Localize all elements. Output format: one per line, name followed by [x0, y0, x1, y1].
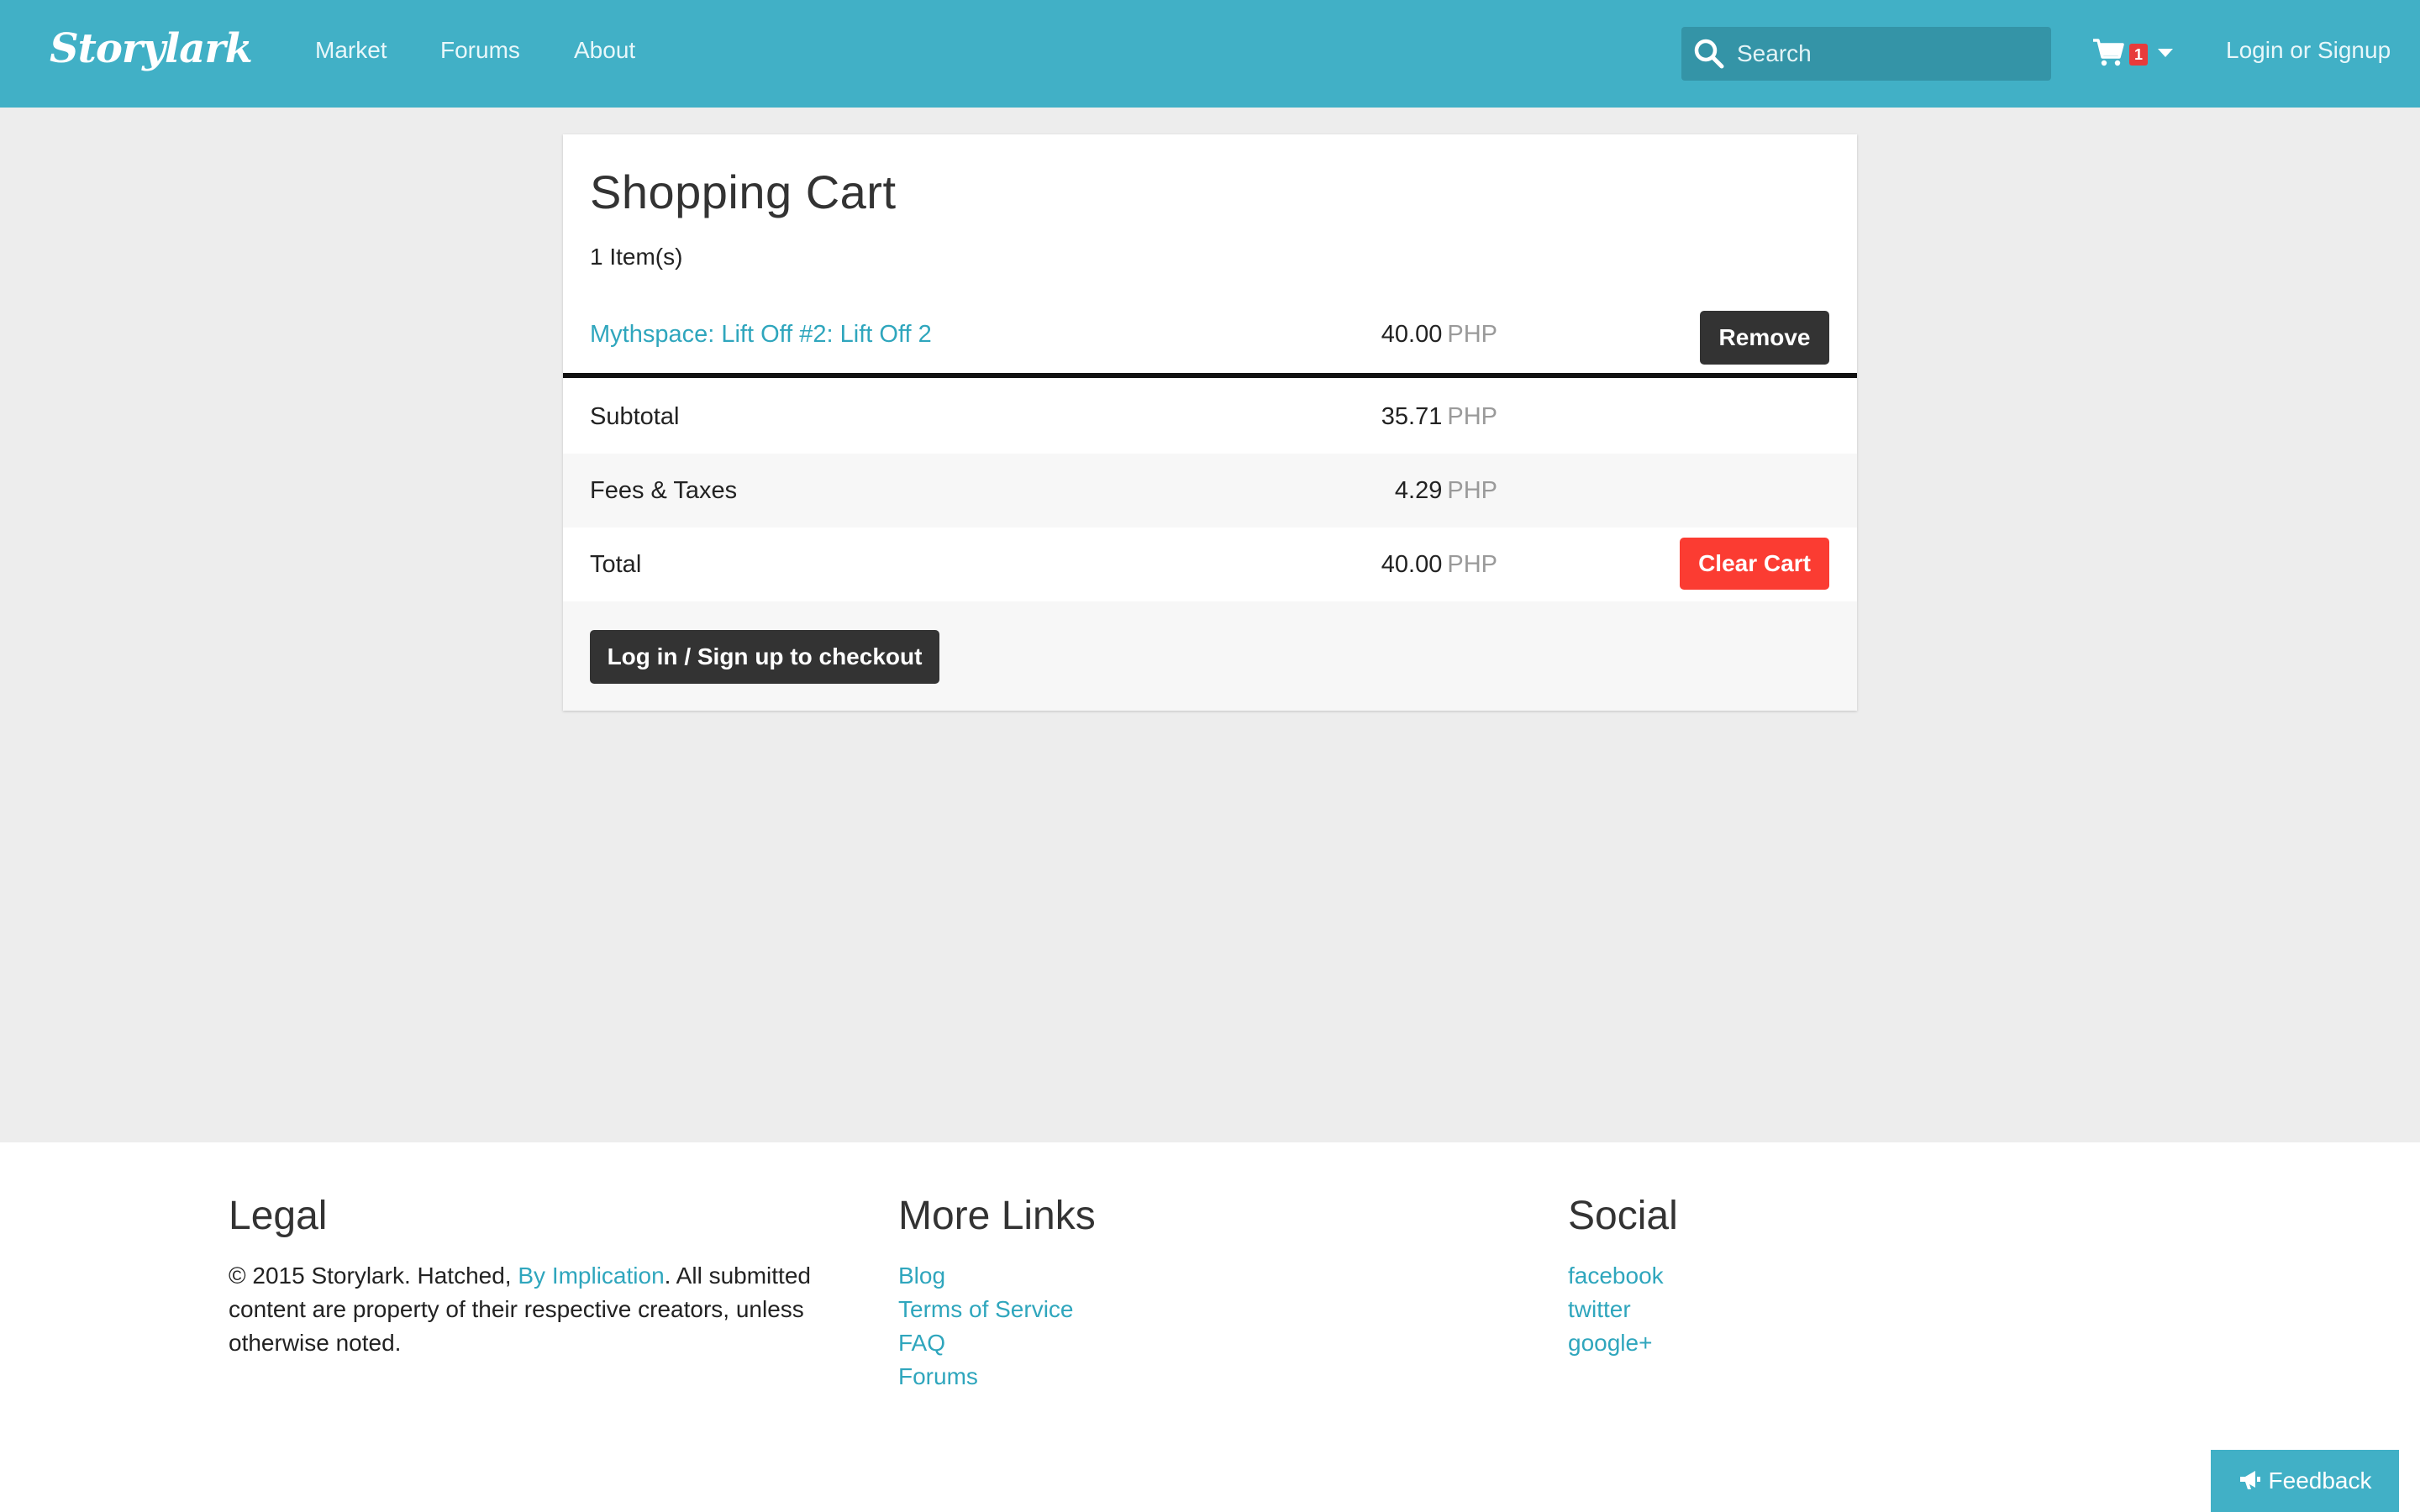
footer-link-forums[interactable]: Forums: [898, 1360, 1537, 1394]
divider: [563, 373, 1857, 378]
item-count: 1 Item(s): [590, 244, 683, 270]
subtotal-row: Subtotal 35.71 PHP: [563, 380, 1857, 454]
total-value: 40.00: [1381, 551, 1443, 578]
nav-link-forums[interactable]: Forums: [440, 37, 520, 64]
cart-dropdown-toggle[interactable]: 1: [2092, 35, 2176, 72]
cart-item-price: 40.00 PHP: [1381, 321, 1497, 349]
megaphone-icon: [2239, 1471, 2260, 1489]
footer: Legal © 2015 Storylark. Hatched, By Impl…: [0, 1142, 2420, 1512]
feedback-button[interactable]: Feedback: [2211, 1450, 2399, 1512]
page-title: Shopping Cart: [590, 165, 897, 218]
footer-heading-more-links: More Links: [898, 1194, 1096, 1238]
fees-row: Fees & Taxes 4.29 PHP: [563, 454, 1857, 528]
footer-link-google-plus[interactable]: google+: [1568, 1326, 2207, 1360]
subtotal-label: Subtotal: [590, 403, 680, 430]
search-box[interactable]: [1681, 27, 2051, 81]
caret-down-icon: [2158, 49, 2173, 57]
footer-link-terms[interactable]: Terms of Service: [898, 1293, 1537, 1326]
footer-link-blog[interactable]: Blog: [898, 1259, 1537, 1293]
login-signup-link[interactable]: Login or Signup: [2226, 37, 2391, 64]
subtotal-value: 35.71: [1381, 403, 1443, 430]
fees-label: Fees & Taxes: [590, 477, 738, 504]
legal-text: © 2015 Storylark. Hatched, By Implicatio…: [229, 1259, 867, 1360]
total-row: Total 40.00 PHP Clear Cart: [563, 528, 1857, 601]
fees-price: 4.29 PHP: [1395, 477, 1497, 505]
remove-item-button[interactable]: Remove: [1700, 311, 1829, 365]
footer-link-twitter[interactable]: twitter: [1568, 1293, 2207, 1326]
checkout-area: Log in / Sign up to checkout: [563, 601, 1857, 711]
checkout-button[interactable]: Log in / Sign up to checkout: [590, 630, 939, 684]
feedback-label: Feedback: [2268, 1467, 2372, 1494]
footer-link-facebook[interactable]: facebook: [1568, 1259, 2207, 1293]
cart-count-badge: 1: [2129, 44, 2148, 66]
legal-text-start: © 2015 Storylark. Hatched,: [229, 1263, 518, 1289]
total-price: 40.00 PHP: [1381, 551, 1497, 579]
footer-social: Social facebook twitter google+: [1568, 1193, 2207, 1360]
subtotal-price: 35.71 PHP: [1381, 403, 1497, 431]
currency-label: PHP: [1447, 403, 1497, 430]
currency-label: PHP: [1447, 477, 1497, 504]
search-icon: [1694, 39, 1724, 69]
footer-legal: Legal © 2015 Storylark. Hatched, By Impl…: [229, 1193, 867, 1360]
footer-link-faq[interactable]: FAQ: [898, 1326, 1537, 1360]
brand-logo[interactable]: Storylark: [50, 25, 253, 72]
fees-value: 4.29: [1394, 477, 1443, 504]
footer-more-links: More Links Blog Terms of Service FAQ For…: [898, 1193, 1537, 1394]
currency-label: PHP: [1447, 321, 1497, 348]
clear-cart-button[interactable]: Clear Cart: [1680, 538, 1829, 590]
nav-link-market[interactable]: Market: [315, 37, 387, 64]
cart-item-price-value: 40.00: [1381, 321, 1443, 348]
cart-item-link[interactable]: Mythspace: Lift Off #2: Lift Off 2: [590, 321, 932, 349]
by-implication-link[interactable]: By Implication: [518, 1263, 664, 1289]
cart-icon: [2093, 39, 2124, 66]
search-input[interactable]: [1737, 27, 2039, 81]
total-label: Total: [590, 551, 642, 578]
nav-link-about[interactable]: About: [574, 37, 635, 64]
footer-heading-legal: Legal: [229, 1194, 328, 1238]
currency-label: PHP: [1447, 551, 1497, 578]
footer-heading-social: Social: [1568, 1194, 1678, 1238]
navbar: Storylark Market Forums About 1 Login or…: [0, 0, 2420, 108]
